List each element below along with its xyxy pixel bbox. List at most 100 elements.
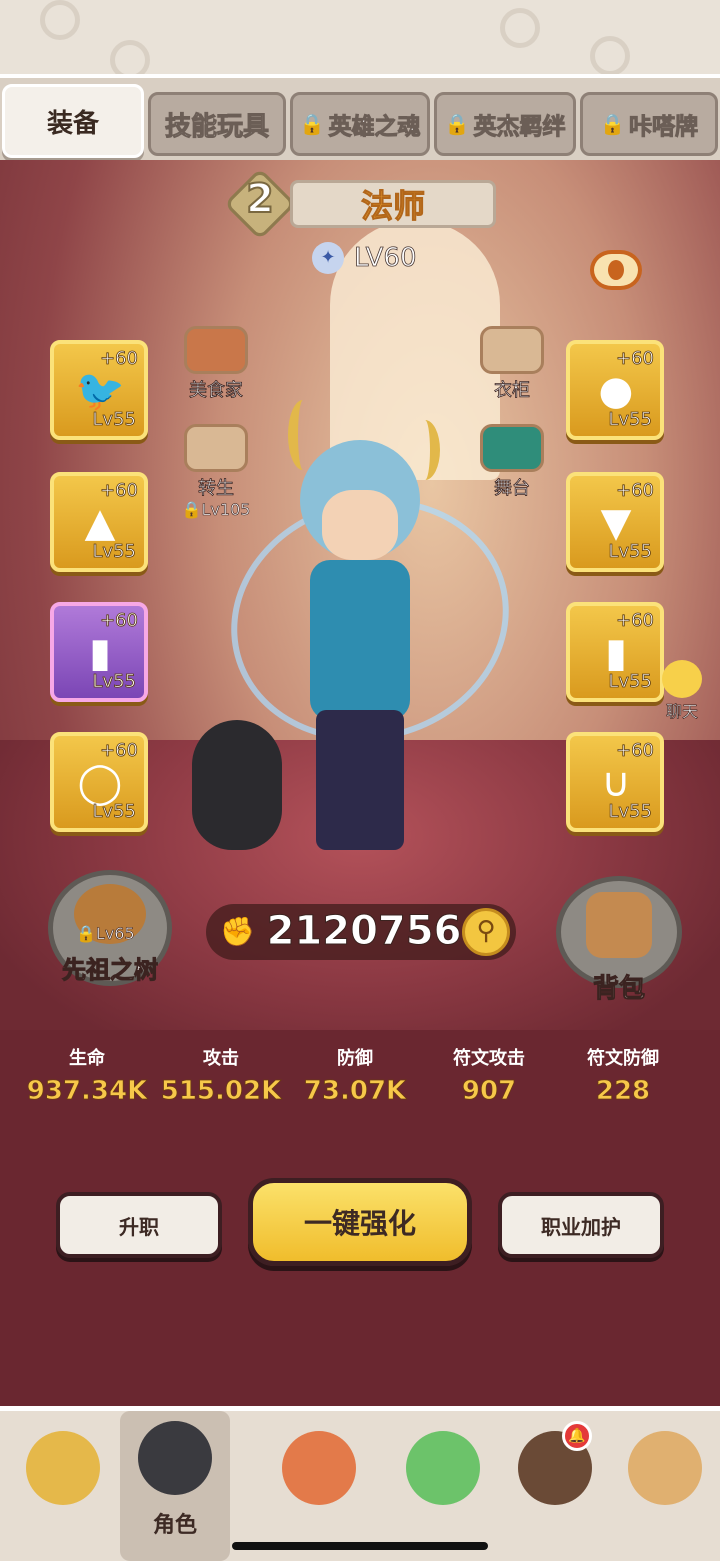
wardrobe-label: 衣柜 [494, 380, 531, 402]
backpack-icon [586, 892, 652, 958]
nav-label: 角色 [152, 1513, 197, 1538]
tier-number: 2 [245, 175, 275, 223]
rebirth-lock-level: 🔒Lv105 [166, 500, 266, 520]
tab-label: 装备 [46, 108, 99, 139]
tree-lock-level: 🔒Lv65 [76, 924, 135, 944]
rebirth-lock-text: Lv105 [201, 500, 251, 520]
class-banner: 2 法师 [223, 167, 498, 241]
stat-name: 符文攻击 [453, 1048, 525, 1069]
tab-skill-toys[interactable]: 技能玩具 [148, 92, 286, 156]
tab-hero-soul[interactable]: 🔒 英雄之魂 [290, 92, 430, 156]
hero-body [310, 560, 410, 720]
enhance-all-button[interactable]: 一键强化 [248, 1178, 472, 1266]
tab-label: 英杰羁绊 [473, 114, 566, 141]
backpack-label: 背包 [592, 974, 645, 1005]
stat-attack: 攻击 515.02K [154, 1044, 288, 1106]
stat-name: 生命 [69, 1048, 105, 1069]
chat-label: 聊天 [665, 702, 699, 722]
hero-legs [316, 710, 404, 850]
chat-button[interactable]: 聊天 [652, 660, 712, 722]
slot-enhance-level: +60 [616, 480, 655, 502]
equip-slot-bracer[interactable]: ▮ +60 Lv55 [50, 602, 148, 702]
class-protect-button[interactable]: 职业加护 [498, 1192, 664, 1258]
tree-lock-text: Lv65 [95, 924, 135, 944]
nav-item-bear[interactable]: 🔔 [500, 1421, 610, 1551]
equip-slot-necklace[interactable]: ∪ +60 Lv55 [566, 732, 664, 832]
nav-item-shop[interactable] [610, 1421, 720, 1551]
slot-enhance-level: +60 [100, 610, 139, 632]
stat-rune-defense: 符文防御 228 [556, 1044, 690, 1106]
hero-level: LV60 [354, 243, 417, 274]
slot-item-level: Lv55 [92, 801, 136, 823]
gourmet-button[interactable]: 美食家 [166, 326, 266, 402]
enhance-all-label: 一键强化 [303, 1207, 416, 1240]
slot-item-level: Lv55 [608, 801, 652, 823]
slot-item-level: Lv55 [92, 541, 136, 563]
tab-hero-bond[interactable]: 🔒 英杰羁绊 [434, 92, 576, 156]
stat-name: 防御 [337, 1048, 373, 1069]
eye-toggle-icon[interactable] [590, 250, 642, 290]
hero-level-row: ✦ LV60 [312, 240, 422, 276]
backpack-button[interactable]: 背包 [556, 876, 682, 1005]
search-icon[interactable]: ⚲ [462, 908, 510, 956]
hero-horn [288, 400, 318, 470]
stage-button[interactable]: 舞台 [462, 424, 562, 500]
tab-label: 技能玩具 [164, 111, 269, 142]
slot-item-level: Lv55 [92, 409, 136, 431]
equip-slot-mask[interactable]: ▲ +60 Lv55 [50, 472, 148, 572]
nav-item-character[interactable]: 角色 [120, 1411, 230, 1561]
lock-icon: 🔒 [444, 112, 470, 137]
combat-power-value: 2120756 [266, 908, 462, 955]
nav-item-tiki[interactable] [264, 1421, 374, 1551]
hero-face [322, 490, 398, 560]
stat-hp: 生命 937.34K [20, 1044, 154, 1106]
slot-enhance-level: +60 [100, 348, 139, 370]
stat-value: 228 [595, 1076, 651, 1107]
equip-slot-helmet[interactable]: 🐦 +60 Lv55 [50, 340, 148, 440]
pet-bird [192, 720, 282, 850]
stage-label: 舞台 [494, 478, 531, 500]
slot-item-level: Lv55 [608, 409, 652, 431]
combat-power: ✊ 2120756 ⚲ [206, 904, 516, 960]
promote-button[interactable]: 升职 [56, 1192, 222, 1258]
dino-character-icon [406, 1431, 480, 1505]
slot-enhance-level: +60 [616, 348, 655, 370]
class-name: 法师 [290, 180, 496, 228]
bottom-nav: 角色 🔔 [0, 1406, 720, 1561]
tab-equipment[interactable]: 装备 [2, 84, 144, 158]
equip-slot-ring[interactable]: ◯ +60 Lv55 [50, 732, 148, 832]
rebirth-totem-icon [184, 424, 248, 472]
mage-class-icon: ✦ [312, 242, 344, 274]
slot-enhance-level: +60 [100, 480, 139, 502]
rebirth-label: 转生 [198, 478, 235, 500]
stat-name: 符文防御 [587, 1048, 659, 1069]
stat-value: 515.02K [160, 1076, 282, 1107]
tiki-character-icon [282, 1431, 356, 1505]
hero-character[interactable] [260, 400, 460, 860]
slot-enhance-level: +60 [616, 740, 655, 762]
nav-item-dino[interactable] [388, 1421, 498, 1551]
nav-item-hay[interactable] [8, 1421, 118, 1551]
slot-item-level: Lv55 [92, 671, 136, 693]
equip-slot-cloak[interactable]: ▼ +60 Lv55 [566, 472, 664, 572]
tab-click-cards[interactable]: 🔒 咔嗒牌 [580, 92, 718, 156]
lock-icon: 🔒 [76, 924, 97, 944]
lock-icon: 🔒 [181, 500, 202, 520]
hay-character-icon [26, 1431, 100, 1505]
equip-slot-orb[interactable]: ● +60 Lv55 [566, 340, 664, 440]
rebirth-button[interactable]: 转生 🔒Lv105 [166, 424, 266, 519]
wardrobe-icon [480, 326, 544, 374]
slot-enhance-level: +60 [616, 610, 655, 632]
ancestor-tree-button[interactable]: 🔒Lv65 先祖之树 [48, 870, 172, 994]
stat-name: 攻击 [203, 1048, 239, 1069]
tab-label: 英雄之魂 [328, 114, 421, 141]
class-protect-label: 职业加护 [541, 1214, 621, 1239]
slot-item-level: Lv55 [608, 671, 652, 693]
stage-icon [480, 424, 544, 472]
equip-slot-gauntlet[interactable]: ▮ +60 Lv55 [566, 602, 664, 702]
notification-bell-icon: 🔔 [562, 1421, 592, 1451]
stat-value: 73.07K [303, 1076, 407, 1107]
wardrobe-button[interactable]: 衣柜 [462, 326, 562, 402]
muscle-arm-icon: ✊ [220, 915, 255, 948]
food-icon [184, 326, 248, 374]
